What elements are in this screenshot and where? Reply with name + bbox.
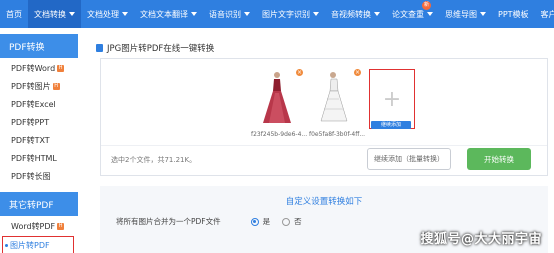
sidebar-item-pdf-to-txt[interactable]: PDF转TXT	[0, 132, 78, 150]
delete-file-icon[interactable]: ×	[296, 69, 303, 76]
top-navigation: 首页 文档转换 文档处理 文档文本翻译 语音识别 图片文字识别 音视频转换 论文…	[0, 0, 554, 28]
watermark: 搜狐号@大大丽宇宙	[420, 232, 542, 247]
sidebar-item-label: PDF转Excel	[11, 100, 56, 109]
sidebar-item-pdf-to-long-image[interactable]: PDF转长图	[0, 168, 78, 186]
sidebar: PDF转换 PDF转Word H PDF转图片 H PDF转Excel PDF转PP…	[0, 34, 78, 253]
hot-badge: H	[52, 83, 60, 90]
nav-av-convert[interactable]: 音视频转换	[325, 0, 386, 28]
file-name: f23f245b-9de6-4...	[251, 131, 308, 138]
nav-client-label: 客户端	[540, 9, 554, 19]
nav-document-process[interactable]: 文档处理	[81, 0, 134, 28]
nav-ppt-template[interactable]: PPT模板	[492, 0, 535, 28]
sidebar-item-label: Word转PDF	[11, 222, 56, 231]
sidebar-item-pdf-to-excel[interactable]: PDF转Excel	[0, 96, 78, 114]
plus-icon: +	[382, 86, 402, 112]
white-dress-picture	[320, 72, 348, 122]
nav-speech[interactable]: 语音识别	[203, 0, 256, 28]
nav-document-process-label: 文档处理	[87, 9, 119, 19]
chevron-down-icon	[122, 12, 128, 16]
merge-setting-row: 将所有图片合并为一个PDF文件 是 否	[116, 216, 302, 227]
chevron-down-icon	[427, 12, 433, 16]
batch-add-button[interactable]: 继续添加（批量转换）	[367, 148, 451, 170]
sidebar-list-pdf-convert: PDF转Word H PDF转图片 H PDF转Excel PDF转PPT PDF转…	[0, 58, 78, 188]
sidebar-item-label: PDF转HTML	[11, 154, 57, 163]
merge-no-radio[interactable]	[282, 217, 291, 226]
sidebar-item-pdf-to-ppt[interactable]: PDF转PPT	[0, 114, 78, 132]
chevron-down-icon	[374, 12, 380, 16]
sidebar-item-label: PDF转图片	[11, 82, 51, 91]
nav-ocr[interactable]: 图片文字识别	[256, 0, 325, 28]
sidebar-item-word-to-pdf[interactable]: Word转PDF H	[0, 218, 78, 236]
nav-client[interactable]: 客户端	[535, 0, 554, 28]
hot-badge: H	[57, 65, 65, 72]
merge-yes-label: 是	[262, 217, 271, 226]
page-title: JPG图片转PDF在线一键转换	[96, 42, 214, 54]
sidebar-item-label: PDF转Word	[11, 64, 56, 73]
sidebar-section-pdf-convert: PDF转换	[0, 34, 78, 58]
settings-title: 自定义设置转换如下	[285, 197, 363, 207]
file-thumbnail[interactable]: × f23f245b-9de6-4...	[251, 69, 308, 151]
file-name: f0e5fa8f-3b0f-4ff...	[309, 131, 366, 138]
nav-translate[interactable]: 文档文本翻译	[134, 0, 203, 28]
sidebar-item-label: PDF转长图	[11, 172, 51, 181]
sidebar-item-image-to-pdf[interactable]: 图片转PDF	[2, 236, 74, 253]
new-badge: 新	[422, 1, 431, 10]
hot-badge: H	[57, 223, 65, 230]
file-count-status: 选中2个文件，共71.21K。	[111, 156, 197, 164]
sidebar-item-pdf-to-word[interactable]: PDF转Word H	[0, 60, 78, 78]
nav-ocr-label: 图片文字识别	[262, 9, 310, 19]
nav-speech-label: 语音识别	[209, 9, 241, 19]
sidebar-item-label: PDF转PPT	[11, 118, 50, 127]
merge-no-label: 否	[294, 217, 302, 226]
merge-yes-radio[interactable]	[250, 217, 259, 226]
nav-document-convert[interactable]: 文档转换	[28, 0, 81, 28]
nav-ppt-template-label: PPT模板	[498, 9, 529, 19]
sidebar-list-to-pdf: Word转PDF H 图片转PDF	[0, 216, 78, 253]
file-thumbnail[interactable]: × f0e5fa8f-3b0f-4ff...	[309, 69, 366, 151]
delete-file-icon[interactable]: ×	[354, 69, 361, 76]
chevron-down-icon	[244, 12, 250, 16]
start-convert-button[interactable]: 开始转换	[467, 148, 531, 170]
sidebar-item-label: 图片转PDF	[10, 241, 50, 250]
merge-label: 将所有图片合并为一个PDF文件	[116, 217, 221, 226]
sidebar-section-to-pdf: 其它转PDF	[0, 192, 78, 216]
nav-home[interactable]: 首页	[0, 0, 28, 28]
add-file-tile[interactable]: +	[369, 69, 415, 129]
chevron-down-icon	[313, 12, 319, 16]
nav-paper-check-label: 论文查重	[392, 9, 424, 19]
chevron-down-icon	[191, 12, 197, 16]
sidebar-item-pdf-to-image[interactable]: PDF转图片 H	[0, 78, 78, 96]
sidebar-item-label: PDF转TXT	[11, 136, 50, 145]
divider	[101, 145, 547, 146]
nav-home-label: 首页	[6, 9, 22, 19]
chevron-down-icon	[480, 12, 486, 16]
red-dress-picture	[263, 72, 291, 123]
chevron-down-icon	[69, 12, 75, 16]
document-icon	[96, 44, 103, 52]
add-file-caption[interactable]: 继续添加	[371, 121, 411, 129]
nav-av-convert-label: 音视频转换	[331, 9, 371, 19]
main-content: JPG图片转PDF在线一键转换 × f23f245b-9de6-4... × f…	[90, 34, 554, 253]
sidebar-item-pdf-to-html[interactable]: PDF转HTML	[0, 150, 78, 168]
dress-image: ×	[309, 69, 361, 125]
nav-paper-check[interactable]: 论文查重新	[386, 0, 439, 28]
nav-translate-label: 文档文本翻译	[140, 9, 188, 19]
nav-mindmap-label: 思维导图	[445, 9, 477, 19]
dress-image: ×	[251, 69, 303, 125]
upload-area: × f23f245b-9de6-4... × f0e5fa8f-3b0f-4ff…	[100, 58, 548, 176]
page-title-text: JPG图片转PDF在线一键转换	[107, 44, 215, 54]
nav-document-convert-label: 文档转换	[34, 9, 66, 19]
nav-mindmap[interactable]: 思维导图	[439, 0, 492, 28]
